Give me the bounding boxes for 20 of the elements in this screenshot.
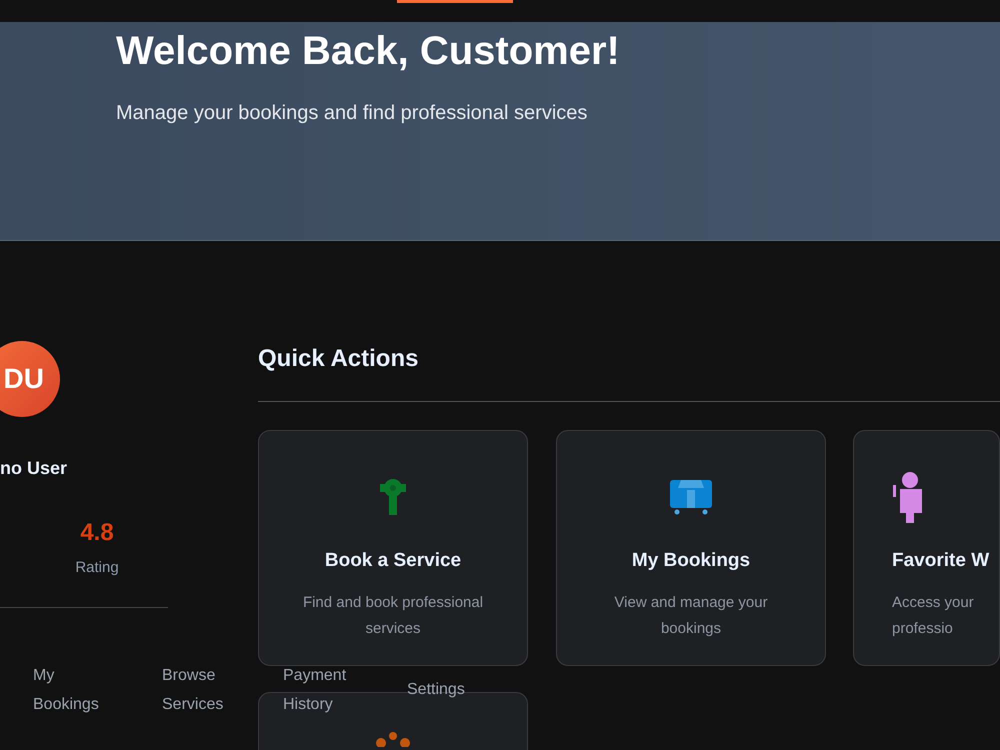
card-description: View and manage your bookings bbox=[613, 592, 769, 638]
card-description: Access your professio bbox=[892, 592, 975, 638]
action-card[interactable]: Favorite W Access your professio bbox=[853, 430, 1000, 666]
card-title: My Bookings bbox=[632, 549, 750, 573]
card-title: Book a Service bbox=[324, 549, 462, 573]
action-card[interactable]: My Bookings View and manage your bookings bbox=[556, 430, 826, 666]
rating-label: Rating bbox=[74, 558, 120, 578]
card-description: Find and book professional services bbox=[302, 592, 484, 638]
rating-value: 4.8 bbox=[79, 518, 115, 548]
hero-subtitle: Manage your bookings and find professional services bbox=[116, 101, 588, 126]
nav-link[interactable]: Browse Services bbox=[162, 661, 252, 719]
nav-link[interactable]: Settings bbox=[407, 675, 497, 704]
hero-title: Welcome Back, Customer! bbox=[116, 28, 621, 75]
action-card[interactable]: Book a Service Find and book professional services bbox=[258, 430, 528, 666]
section-title: Quick Actions bbox=[258, 344, 420, 374]
card-title: Favorite W bbox=[892, 549, 990, 573]
avatar-initials: DU bbox=[4, 362, 44, 396]
dots-icon bbox=[373, 731, 413, 747]
user-name: no User bbox=[0, 457, 68, 480]
nav-link[interactable]: My Bookings bbox=[33, 661, 123, 719]
